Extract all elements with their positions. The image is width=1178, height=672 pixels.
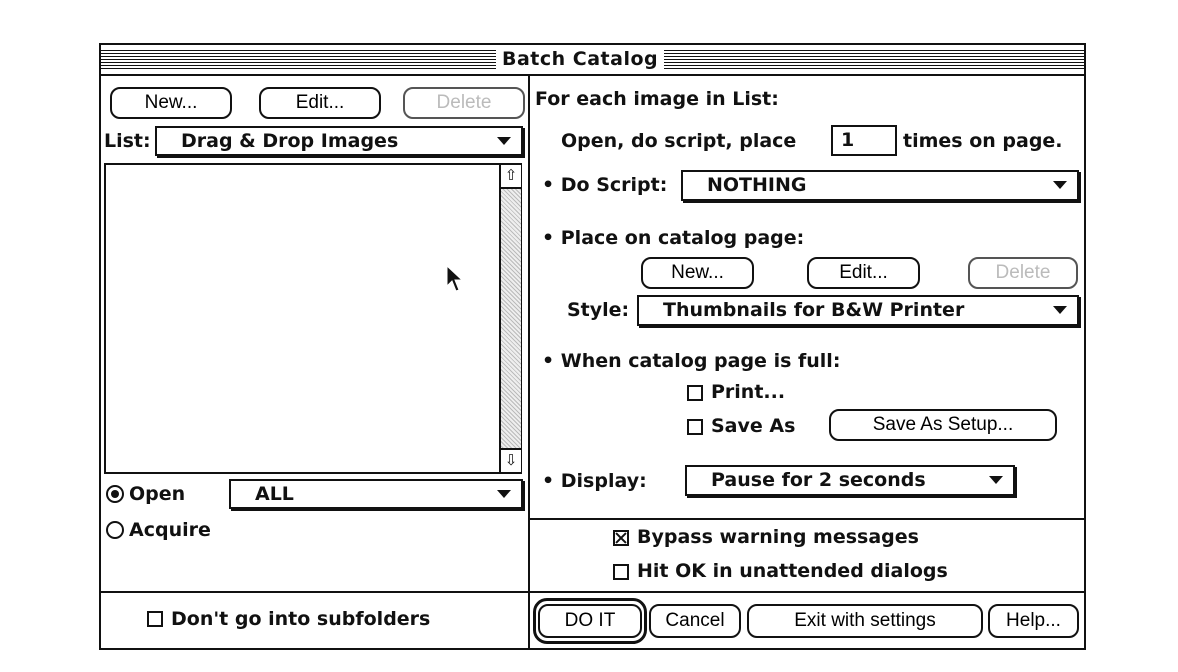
acquire-radio[interactable] bbox=[106, 521, 124, 539]
save-as-label: Save As bbox=[711, 415, 796, 437]
scroll-up-arrow-icon[interactable]: ⇧ bbox=[501, 165, 521, 189]
bottom-divider-right bbox=[529, 591, 1086, 593]
acquire-radio-label: Acquire bbox=[129, 519, 211, 541]
print-label: Print... bbox=[711, 381, 786, 403]
style-new-button[interactable]: New... bbox=[641, 257, 754, 289]
style-label: Style: bbox=[567, 299, 630, 321]
image-list-scrollbar[interactable]: ⇧ ⇩ bbox=[499, 165, 521, 472]
list-select[interactable]: Drag & Drop Images bbox=[155, 126, 523, 156]
image-list[interactable] bbox=[104, 163, 522, 474]
open-radio-label: Open bbox=[129, 483, 186, 505]
open-filter-value: ALL bbox=[255, 483, 294, 505]
cancel-button[interactable]: Cancel bbox=[649, 604, 741, 638]
subfolders-checkbox[interactable] bbox=[147, 611, 163, 627]
panel-divider bbox=[528, 74, 530, 650]
chevron-down-icon bbox=[497, 137, 511, 145]
chevron-down-icon bbox=[497, 490, 511, 498]
chevron-down-icon bbox=[989, 476, 1003, 484]
do-script-select[interactable]: NOTHING bbox=[681, 170, 1079, 201]
style-select[interactable]: Thumbnails for B&W Printer bbox=[637, 295, 1079, 326]
do-script-label: • Do Script: bbox=[542, 174, 668, 196]
style-value: Thumbnails for B&W Printer bbox=[663, 299, 965, 321]
open-filter-select[interactable]: ALL bbox=[229, 479, 523, 509]
do-it-button[interactable]: DO IT bbox=[538, 604, 642, 638]
hit-ok-label: Hit OK in unattended dialogs bbox=[637, 560, 948, 582]
window-title: Batch Catalog bbox=[496, 47, 665, 72]
page-full-label: • When catalog page is full: bbox=[542, 350, 841, 372]
list-select-value: Drag & Drop Images bbox=[181, 130, 399, 152]
save-as-checkbox[interactable] bbox=[687, 419, 703, 435]
print-checkbox[interactable] bbox=[687, 385, 703, 401]
display-label: • Display: bbox=[542, 470, 647, 492]
save-as-setup-button[interactable]: Save As Setup... bbox=[829, 409, 1057, 441]
list-label: List: bbox=[104, 130, 151, 152]
list-edit-button[interactable]: Edit... bbox=[259, 87, 381, 119]
place-label: • Place on catalog page: bbox=[542, 227, 805, 249]
list-delete-button[interactable]: Delete bbox=[403, 87, 525, 119]
chevron-down-icon bbox=[1053, 181, 1067, 189]
list-new-button[interactable]: New... bbox=[110, 87, 232, 119]
hit-ok-checkbox[interactable] bbox=[613, 564, 629, 580]
bypass-warnings-label: Bypass warning messages bbox=[637, 526, 919, 548]
style-edit-button[interactable]: Edit... bbox=[807, 257, 920, 289]
mouse-pointer-icon bbox=[446, 265, 464, 292]
bottom-divider-left bbox=[101, 591, 529, 593]
batch-catalog-window: Batch Catalog New... Edit... Delete List… bbox=[99, 43, 1086, 650]
subfolders-label: Don't go into subfolders bbox=[171, 608, 431, 630]
do-script-value: NOTHING bbox=[707, 174, 807, 196]
times-input[interactable]: 1 bbox=[831, 125, 897, 156]
exit-with-settings-button[interactable]: Exit with settings bbox=[747, 604, 983, 638]
open-radio[interactable] bbox=[106, 485, 124, 503]
title-bar[interactable]: Batch Catalog bbox=[101, 45, 1084, 76]
display-value: Pause for 2 seconds bbox=[711, 469, 926, 491]
chevron-down-icon bbox=[1053, 306, 1067, 314]
scroll-down-arrow-icon[interactable]: ⇩ bbox=[501, 448, 521, 472]
help-button[interactable]: Help... bbox=[988, 604, 1079, 638]
for-each-heading: For each image in List: bbox=[535, 88, 779, 110]
open-script-prefix: Open, do script, place bbox=[561, 130, 797, 152]
options-divider bbox=[529, 518, 1086, 520]
open-script-suffix: times on page. bbox=[903, 130, 1063, 152]
style-delete-button[interactable]: Delete bbox=[968, 257, 1078, 289]
display-select[interactable]: Pause for 2 seconds bbox=[685, 465, 1015, 496]
bypass-warnings-checkbox[interactable] bbox=[613, 530, 629, 546]
